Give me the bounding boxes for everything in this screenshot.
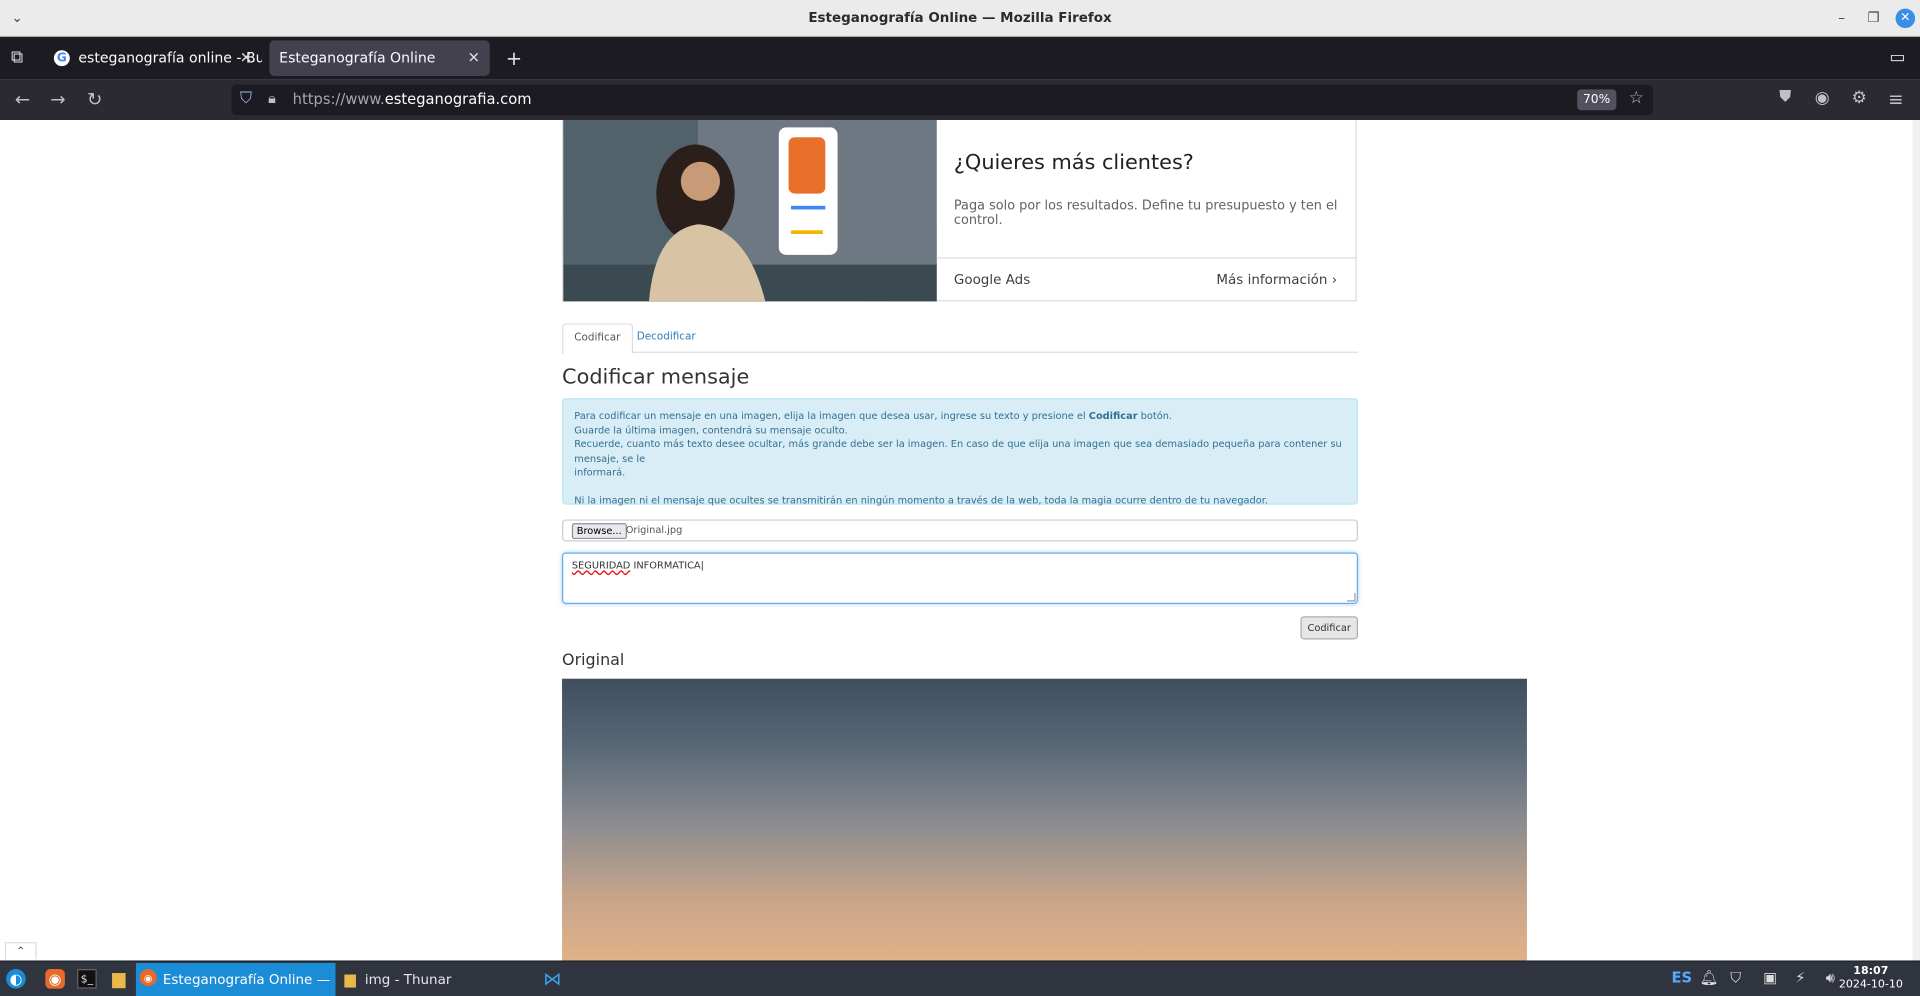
- message-textarea[interactable]: SEGURIDAD INFORMATICA|: [562, 552, 1358, 604]
- mode-tabs: Codificar Decodificar: [562, 323, 1358, 355]
- ad-footer: Google Ads Más información ›: [936, 257, 1357, 301]
- back-icon[interactable]: ←: [15, 88, 30, 110]
- chevron-up-icon[interactable]: ⌃: [4, 942, 37, 960]
- folder-icon: ▆: [344, 970, 356, 988]
- ad-image[interactable]: [563, 120, 937, 302]
- message-text[interactable]: SEGURIDAD INFORMATICA|: [572, 560, 704, 571]
- file-input[interactable]: Browse... Original.jpg: [562, 519, 1358, 542]
- tab-esteganografia[interactable]: Esteganografía Online ✕: [269, 40, 490, 76]
- alert-line-3: Recuerde, cuanto más texto desee ocultar…: [574, 438, 1342, 464]
- alert-line-4: informará.: [574, 466, 626, 478]
- tab-decodificar[interactable]: Decodificar: [626, 323, 707, 354]
- list-all-tabs-icon[interactable]: ▭: [1889, 48, 1905, 68]
- screen: ⌄ Esteganografía Online — Mozilla Firefo…: [0, 0, 1920, 996]
- google-icon: G: [53, 50, 70, 67]
- shield-icon[interactable]: ⛉: [240, 89, 252, 107]
- window-title: Esteganografía Online — Mozilla Firefox: [808, 9, 1112, 26]
- account-icon[interactable]: ◉: [1815, 88, 1830, 108]
- window-titlebar: ⌄ Esteganografía Online — Mozilla Firefo…: [0, 0, 1920, 37]
- alert-line-2: Guarde la última imagen, contendrá su me…: [574, 424, 848, 436]
- maximize-icon[interactable]: ❐: [1864, 9, 1884, 29]
- clock[interactable]: 18:07 2024-10-10: [1839, 965, 1903, 992]
- volume-icon[interactable]: 🔊︎: [1826, 969, 1835, 987]
- ad-illustration: [563, 120, 937, 302]
- tab-codificar[interactable]: Codificar: [562, 323, 633, 355]
- close-window-icon[interactable]: ✕: [1895, 8, 1916, 29]
- url-bar[interactable]: ⛉ 🔒︎ https://www.esteganografia.com 70% …: [231, 84, 1654, 116]
- firefox-view-icon[interactable]: ⧉: [11, 48, 23, 68]
- folder-icon[interactable]: ▆: [109, 969, 129, 989]
- reload-icon[interactable]: ↻: [87, 88, 102, 110]
- page-title: Codificar mensaje: [562, 365, 750, 390]
- url-text[interactable]: https://www.esteganografia.com: [293, 91, 532, 108]
- lock-icon[interactable]: 🔒︎: [268, 89, 276, 107]
- resize-handle[interactable]: [1346, 592, 1356, 602]
- firefox-launcher-icon[interactable]: ◉: [45, 969, 65, 989]
- close-tab-icon[interactable]: ✕: [240, 40, 252, 76]
- clipboard-icon[interactable]: ▣: [1763, 969, 1777, 986]
- tab-bar: ⧉ G esteganografía online - Busc ✕ Esteg…: [0, 36, 1920, 80]
- alert-line-5: Ni la imagen ni el mensaje que ocultes s…: [574, 494, 1269, 506]
- extensions-icon[interactable]: ⚙: [1851, 88, 1866, 108]
- taskbar: ◐ ◉ $_ ▆ ◉ Esteganografía Online — ... ▆…: [0, 960, 1920, 996]
- page-scrollbar[interactable]: [1912, 120, 1920, 961]
- close-tab-icon[interactable]: ✕: [468, 40, 480, 76]
- tab-label: esteganografía online - Busc: [78, 49, 263, 67]
- clock-time: 18:07: [1853, 965, 1889, 978]
- new-tab-icon[interactable]: +: [506, 47, 522, 70]
- info-alert: Para codificar un mensaje en una imagen,…: [562, 398, 1358, 506]
- page-content: ¿Quieres más clientes? Paga solo por los…: [0, 120, 1920, 961]
- taskbar-window-thunar[interactable]: ▆ img - Thunar: [338, 963, 522, 996]
- forward-icon[interactable]: →: [50, 88, 65, 110]
- encode-button[interactable]: Codificar: [1300, 616, 1358, 640]
- taskbar-window-firefox[interactable]: ◉ Esteganografía Online — ...: [135, 962, 336, 996]
- menu-icon[interactable]: ≡: [1888, 88, 1903, 110]
- original-heading: Original: [562, 651, 625, 671]
- terminal-icon[interactable]: $_: [77, 969, 97, 989]
- minimize-icon[interactable]: –: [1832, 9, 1852, 29]
- vscode-icon[interactable]: ⋈: [542, 969, 562, 989]
- shield-icon[interactable]: ⛉: [1730, 969, 1741, 987]
- pocket-icon[interactable]: ⛊: [1779, 88, 1791, 106]
- whisker-menu-icon[interactable]: ◐: [6, 969, 26, 989]
- ad-headline[interactable]: ¿Quieres más clientes?: [954, 151, 1194, 176]
- clock-date: 2024-10-10: [1838, 978, 1903, 992]
- bookmark-star-icon[interactable]: ☆: [1629, 88, 1644, 108]
- browse-button[interactable]: Browse...: [571, 523, 627, 540]
- ad-cta-link[interactable]: Más información ›: [1216, 272, 1337, 288]
- tab-label: Esteganografía Online: [279, 49, 436, 67]
- ad-description: Paga solo por los resultados. Define tu …: [953, 198, 1338, 228]
- keyboard-layout-indicator[interactable]: ES: [1671, 969, 1692, 986]
- notification-bell-icon[interactable]: 🔔︎: [1700, 969, 1719, 986]
- firefox-icon: ◉: [139, 969, 157, 987]
- original-image: [562, 678, 1527, 961]
- advertisement[interactable]: ¿Quieres más clientes? Paga solo por los…: [562, 120, 1357, 302]
- selected-file-name: Original.jpg: [625, 524, 683, 536]
- zoom-badge[interactable]: 70%: [1576, 89, 1617, 111]
- power-icon[interactable]: ⚡: [1795, 969, 1805, 986]
- ad-brand: Google Ads: [953, 271, 1031, 288]
- tab-search[interactable]: G esteganografía online - Busc ✕: [44, 40, 262, 76]
- navigation-bar: ← → ↻ ⛉ 🔒︎ https://www.esteganografia.co…: [0, 79, 1920, 121]
- alert-line-1: Para codificar un mensaje en una imagen,…: [574, 410, 1173, 422]
- chevron-right-icon: ›: [1331, 271, 1338, 288]
